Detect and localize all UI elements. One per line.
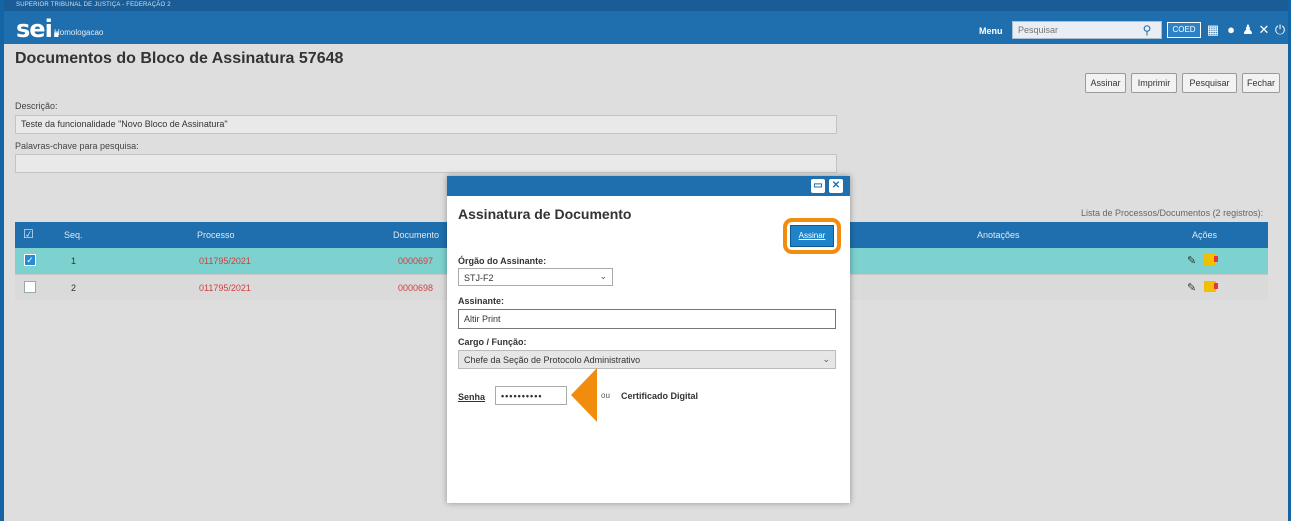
- pointer-arrow-icon: [571, 368, 597, 422]
- power-icon[interactable]: ⏻: [1272, 22, 1288, 38]
- toolbar-fechar-button[interactable]: Fechar: [1242, 73, 1280, 93]
- close-icon[interactable]: ✕: [829, 179, 843, 193]
- row-documento-link[interactable]: 0000698: [398, 283, 433, 293]
- header-acoes: Ações: [1192, 230, 1218, 240]
- ou-text: ou: [601, 391, 610, 400]
- cargo-value: Chefe da Seção de Protocolo Administrati…: [464, 355, 641, 365]
- descricao-label: Descrição:: [15, 101, 58, 111]
- tools-icon[interactable]: ✕: [1256, 22, 1272, 38]
- header-seq[interactable]: Seq.: [64, 230, 83, 240]
- row-processo-link[interactable]: 011795/2021: [199, 283, 251, 293]
- chevron-down-icon: ⌄: [822, 354, 830, 364]
- certificado-digital-option[interactable]: Certificado Digital: [621, 391, 698, 401]
- list-caption: Lista de Processos/Documentos (2 registr…: [1081, 208, 1264, 218]
- row-seq: 1: [71, 256, 77, 266]
- info-icon[interactable]: ●: [1223, 22, 1239, 38]
- page-title: Documentos do Bloco de Assinatura 57648: [15, 50, 344, 67]
- row-checkbox[interactable]: [24, 281, 36, 293]
- cargo-label: Cargo / Função:: [458, 337, 527, 347]
- grid-menu-icon[interactable]: ▦: [1205, 22, 1221, 38]
- row-documento-link[interactable]: 0000697: [398, 256, 433, 266]
- pencil-icon[interactable]: ✎: [1187, 254, 1196, 267]
- maximize-icon[interactable]: ▭: [811, 179, 825, 193]
- orgao-label: Órgão do Assinante:: [458, 256, 547, 266]
- annotation-icon[interactable]: [1204, 281, 1218, 292]
- assinante-field[interactable]: Altir Print: [458, 309, 836, 329]
- cargo-select[interactable]: Chefe da Seção de Protocolo Administrati…: [458, 350, 836, 369]
- modal-titlebar: ▭ ✕: [447, 176, 850, 196]
- orgao-select[interactable]: STJ-F2 ⌄: [458, 268, 613, 286]
- select-all-checkbox[interactable]: ☑: [23, 227, 34, 241]
- header-processo[interactable]: Processo: [197, 230, 235, 240]
- annotation-icon[interactable]: [1204, 254, 1218, 265]
- toolbar-imprimir-button[interactable]: Imprimir: [1131, 73, 1177, 93]
- unit-selector[interactable]: COED: [1167, 22, 1201, 38]
- row-seq: 2: [71, 283, 77, 293]
- toolbar-pesquisar-button[interactable]: Pesquisar: [1182, 73, 1237, 93]
- header-documento[interactable]: Documento: [393, 230, 439, 240]
- senha-label: Senha: [458, 392, 486, 402]
- palavras-chave-field[interactable]: [15, 154, 837, 173]
- pencil-icon[interactable]: ✎: [1187, 281, 1196, 294]
- org-name: SUPERIOR TRIBUNAL DE JUSTIÇA - FEDERAÇÃO…: [4, 0, 1288, 11]
- row-processo-link[interactable]: 011795/2021: [199, 256, 251, 266]
- app-header: sei. Homologacao Menu ⚲ COED ▦ ● ♟ ✕ ⏻: [4, 11, 1288, 44]
- search-icon[interactable]: ⚲: [1138, 22, 1156, 38]
- chevron-down-icon: ⌄: [599, 271, 607, 281]
- orgao-value: STJ-F2: [464, 273, 494, 283]
- menu-button[interactable]: Menu: [979, 26, 1003, 36]
- toolbar-assinar-button[interactable]: Assinar: [1085, 73, 1126, 93]
- user-icon[interactable]: ♟: [1240, 22, 1256, 38]
- modal-title: Assinatura de Documento: [458, 206, 632, 222]
- assinar-button[interactable]: Assinar: [790, 225, 834, 247]
- signature-modal: ▭ ✕ Assinatura de Documento Assinar Órgã…: [447, 176, 850, 503]
- senha-field[interactable]: ••••••••••: [495, 386, 567, 405]
- environment-label: Homologacao: [54, 28, 104, 37]
- row-checkbox[interactable]: ✓: [24, 254, 36, 266]
- assinante-label: Assinante:: [458, 296, 505, 306]
- header-anotacoes: Anotações: [977, 230, 1020, 240]
- palavras-chave-label: Palavras-chave para pesquisa:: [15, 141, 139, 151]
- descricao-field[interactable]: Teste da funcionalidade "Novo Bloco de A…: [15, 115, 837, 134]
- app-frame: SUPERIOR TRIBUNAL DE JUSTIÇA - FEDERAÇÃO…: [4, 0, 1288, 521]
